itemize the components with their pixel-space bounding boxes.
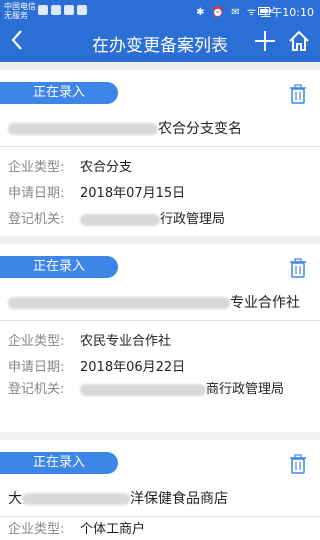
type-label: 企业类型: — [8, 160, 65, 175]
case-card[interactable]: 正在录入 农合分支变名 企业类型: 农合分支 申请日期: 2018年07月15日 登… — [0, 70, 320, 236]
notification-icon — [38, 5, 48, 15]
redacted-text — [8, 297, 230, 309]
authority-value: 商行政管理局 — [206, 382, 285, 397]
case-name-text: 洋保健食品商店 — [130, 491, 228, 507]
case-name-text: 农合分支变名 — [158, 121, 242, 137]
divider — [0, 320, 320, 321]
status-badge: 正在录入 — [0, 256, 118, 278]
type-row: 企业类型: 个体工商户 — [8, 518, 145, 537]
date-label: 申请日期: — [8, 360, 65, 375]
plus-icon — [255, 31, 275, 51]
carrier-info: 中国电信 无服务 — [4, 2, 36, 20]
status-bar: 中国电信 无服务 ✱ ⏰ ✉ ᯤ 上午10:10 — [0, 0, 320, 22]
redacted-text — [80, 383, 206, 396]
type-label: 企业类型: — [8, 334, 65, 349]
trash-icon[interactable] — [290, 84, 306, 104]
case-card[interactable]: 正在录入 专业合作社 企业类型: 农民专业合作社 申请日期: 2018年06月22日… — [0, 244, 320, 432]
authority-row: 登记机关: 商行政管理局 — [8, 380, 312, 400]
type-label: 企业类型: — [8, 522, 65, 537]
date-value: 2018年07月15日 — [80, 186, 186, 201]
notification-icon — [51, 5, 61, 15]
case-name: 专业合作社 — [8, 292, 300, 312]
add-button[interactable] — [254, 26, 276, 59]
carrier-name: 中国电信 — [4, 2, 36, 11]
authority-row: 登记机关: 行政管理局 — [8, 208, 225, 227]
redacted-text — [22, 493, 130, 505]
authority-value: 行政管理局 — [160, 212, 226, 227]
trash-icon[interactable] — [290, 454, 306, 474]
case-name: 农合分支变名 — [8, 118, 242, 138]
status-badge: 正在录入 — [0, 452, 118, 474]
redacted-text — [80, 213, 160, 226]
case-name-text: 专业合作社 — [230, 295, 300, 311]
trash-icon[interactable] — [290, 258, 306, 278]
date-row: 申请日期: 2018年07月15日 — [8, 182, 185, 201]
divider — [0, 516, 320, 517]
authority-label: 登记机关: — [8, 212, 65, 227]
type-row: 企业类型: 农合分支 — [8, 156, 132, 175]
carrier-service: 无服务 — [4, 11, 28, 20]
date-row: 申请日期: 2018年06月22日 — [8, 356, 185, 375]
divider — [0, 146, 320, 147]
date-label: 申请日期: — [8, 186, 65, 201]
notification-icon — [77, 5, 87, 15]
case-name-prefix: 大 — [8, 491, 22, 507]
home-button[interactable] — [288, 30, 310, 52]
type-row: 企业类型: 农民专业合作社 — [8, 330, 171, 349]
case-name: 大 洋保健食品商店 — [8, 488, 228, 508]
type-value: 个体工商户 — [80, 522, 146, 537]
date-value: 2018年06月22日 — [80, 360, 186, 375]
notification-icons — [38, 5, 87, 15]
nav-bar: 在办变更备案列表 — [0, 22, 320, 62]
clock: 上午10:10 — [260, 6, 314, 19]
home-icon — [289, 30, 309, 51]
type-value: 农合分支 — [80, 160, 133, 175]
redacted-text — [8, 123, 158, 135]
authority-label: 登记机关: — [8, 382, 65, 397]
type-value: 农民专业合作社 — [80, 334, 172, 349]
system-icons: ✱ ⏰ ✉ ᯤ — [196, 7, 258, 18]
status-badge: 正在录入 — [0, 82, 118, 104]
notification-icon — [64, 5, 74, 15]
case-card[interactable]: 正在录入 大 洋保健食品商店 企业类型: 个体工商户 — [0, 440, 320, 540]
